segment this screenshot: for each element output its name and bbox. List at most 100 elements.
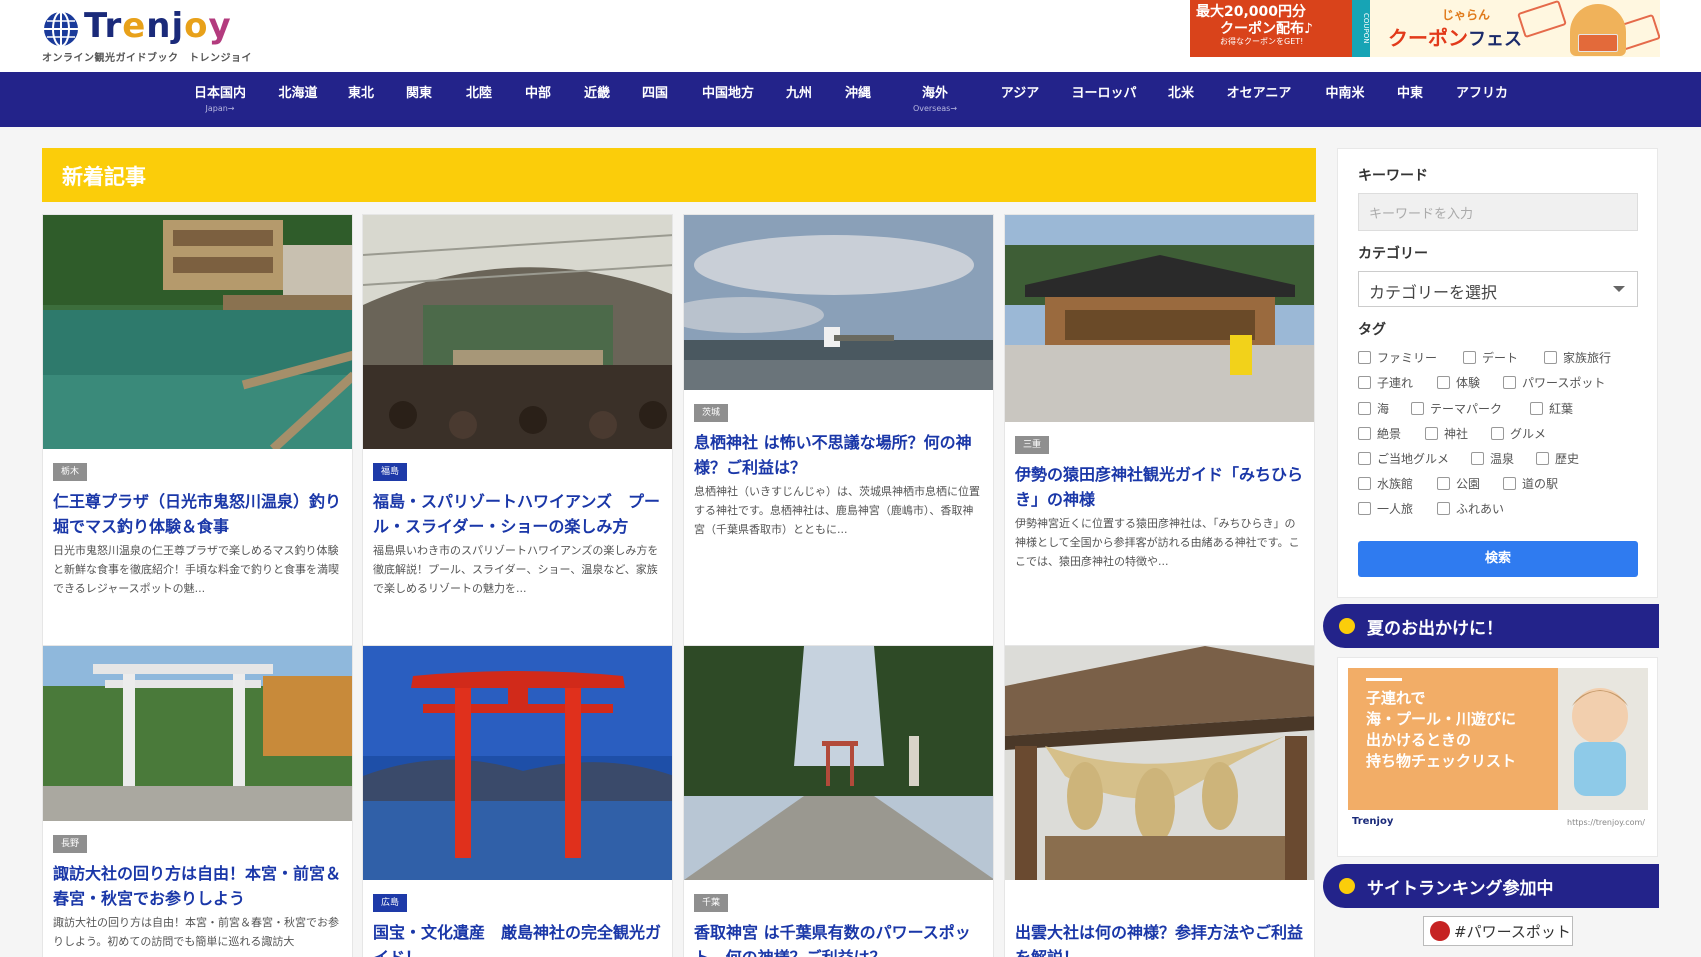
prefecture-badge[interactable]: 長野	[53, 835, 88, 853]
tag-checkbox[interactable]: 海	[1358, 400, 1389, 417]
coupon-fes-banner[interactable]: 最大20,000円分 クーポン配布♪ お得なクーポンをGET! COUPON じ…	[1190, 0, 1660, 57]
nav-chugoku[interactable]: 中国地方	[700, 72, 756, 127]
checkbox-icon[interactable]	[1463, 351, 1476, 364]
article-card[interactable]: 広島 国宝・文化遺産 厳島神社の完全観光ガイド！	[362, 645, 673, 957]
checkbox-icon[interactable]	[1358, 402, 1371, 415]
badge-text: 三重	[1023, 440, 1042, 450]
checkbox-icon[interactable]	[1544, 351, 1557, 364]
article-thumbnail[interactable]	[363, 215, 672, 449]
tag-checkbox[interactable]: 紅葉	[1530, 400, 1573, 417]
tag-checkbox[interactable]: 温泉	[1471, 450, 1514, 467]
prefecture-badge[interactable]: 広島	[373, 894, 408, 912]
site-logo[interactable]: Trenjoy オンライン観光ガイドブック トレンジョイ	[40, 6, 260, 64]
tag-checkbox[interactable]: テーマパーク	[1411, 400, 1502, 417]
article-title[interactable]: 香取神宮 は千葉県有数のパワースポット、何の神様？ご利益は？	[694, 920, 983, 957]
search-button[interactable]: 検索	[1358, 541, 1638, 577]
article-card[interactable]: 島根 出雲大社は何の神様？参拝方法やご利益を解説！	[1004, 645, 1315, 957]
checkbox-icon[interactable]	[1358, 502, 1371, 515]
tag-checkbox[interactable]: 子連れ	[1358, 374, 1413, 391]
tag-checkbox[interactable]: 絶景	[1358, 425, 1401, 442]
category-select[interactable]: カテゴリーを選択	[1358, 271, 1638, 307]
checkbox-icon[interactable]	[1411, 402, 1424, 415]
article-card[interactable]: 長野 諏訪大社の回り方は自由！本宮・前宮＆春宮・秋宮でお参りしよう 諏訪大社の回…	[42, 645, 353, 957]
article-thumbnail[interactable]	[43, 215, 352, 449]
article-title[interactable]: 出雲大社は何の神様？参拝方法やご利益を解説！	[1015, 920, 1304, 957]
article-thumbnail[interactable]	[363, 646, 672, 880]
nav-africa[interactable]: アフリカ	[1455, 72, 1509, 127]
checkbox-icon[interactable]	[1536, 452, 1549, 465]
article-card[interactable]: 千葉 香取神宮 は千葉県有数のパワースポット、何の神様？ご利益は？	[683, 645, 994, 957]
prefecture-badge[interactable]: 栃木	[53, 463, 88, 481]
nav-tohoku[interactable]: 東北	[346, 72, 376, 127]
nav-north-america[interactable]: 北米	[1166, 72, 1196, 127]
tag-checkbox[interactable]: 体験	[1437, 374, 1480, 391]
summer-checklist-banner[interactable]: 子連れで 海・プール・川遊びに 出かけるときの 持ち物チェックリスト Trenj…	[1337, 657, 1658, 857]
prefecture-badge[interactable]: 千葉	[694, 894, 729, 912]
checkbox-icon[interactable]	[1437, 502, 1450, 515]
checkbox-icon[interactable]	[1503, 376, 1516, 389]
article-title[interactable]: 国宝・文化遺産 厳島神社の完全観光ガイド！	[373, 920, 662, 957]
tag-checkbox[interactable]: 水族館	[1358, 475, 1413, 492]
article-title[interactable]: 諏訪大社の回り方は自由！本宮・前宮＆春宮・秋宮でお参りしよう	[53, 861, 342, 911]
checkbox-icon[interactable]	[1471, 452, 1484, 465]
nav-kanto[interactable]: 関東	[404, 72, 434, 127]
tag-checkbox[interactable]: パワースポット	[1503, 374, 1605, 391]
article-title[interactable]: 仁王尊プラザ（日光市鬼怒川温泉）釣り堀でマス釣り体験＆食事	[53, 489, 342, 539]
tag-checkbox[interactable]: 公園	[1437, 475, 1480, 492]
nav-hokuriku[interactable]: 北陸	[464, 72, 494, 127]
nav-hokkaido[interactable]: 北海道	[274, 72, 322, 127]
article-title[interactable]: 福島・スパリゾートハワイアンズ プール・スライダー・ショーの楽しみ方	[373, 489, 662, 539]
prefecture-badge[interactable]: 三重	[1015, 436, 1050, 454]
checkbox-icon[interactable]	[1491, 427, 1504, 440]
checkbox-icon[interactable]	[1425, 427, 1438, 440]
checkbox-icon[interactable]	[1358, 477, 1371, 490]
article-title[interactable]: 伊勢の猿田彦神社観光ガイド「みちひらき」の神様	[1015, 462, 1304, 512]
checkbox-icon[interactable]	[1358, 452, 1371, 465]
nav-chubu[interactable]: 中部	[523, 72, 553, 127]
tag-checkbox[interactable]: 一人旅	[1358, 500, 1413, 517]
article-thumbnail[interactable]	[684, 215, 993, 390]
article-thumbnail[interactable]	[684, 646, 993, 880]
article-thumbnail[interactable]	[1005, 646, 1314, 880]
ranking-tag-button[interactable]: #パワースポット	[1423, 916, 1573, 946]
nav-latin-america[interactable]: 中南米	[1323, 72, 1367, 127]
nav-kinki[interactable]: 近畿	[582, 72, 612, 127]
checkbox-icon[interactable]	[1503, 477, 1516, 490]
tag-checkbox[interactable]: 家族旅行	[1544, 349, 1611, 366]
tag-checkbox[interactable]: ご当地グルメ	[1358, 450, 1449, 467]
checkbox-icon[interactable]	[1358, 427, 1371, 440]
checkbox-icon[interactable]	[1358, 351, 1371, 364]
prefecture-badge[interactable]: 茨城	[694, 404, 729, 422]
article-title[interactable]: 息栖神社 は怖い不思議な場所？何の神様？ご利益は？	[694, 430, 983, 480]
nav-europe[interactable]: ヨーロッパ	[1071, 72, 1137, 127]
tag-checkbox[interactable]: グルメ	[1491, 425, 1546, 442]
article-thumbnail[interactable]	[1005, 215, 1314, 422]
tag-checkbox[interactable]: ふれあい	[1437, 500, 1504, 517]
tag-checkbox[interactable]: ファミリー	[1358, 349, 1437, 366]
nav-shikoku[interactable]: 四国	[640, 72, 670, 127]
tag-label: 道の駅	[1522, 477, 1559, 491]
promo-image[interactable]: 子連れで 海・プール・川遊びに 出かけるときの 持ち物チェックリスト	[1348, 668, 1648, 810]
bullet-dot-icon	[1339, 878, 1355, 894]
nav-okinawa[interactable]: 沖縄	[843, 72, 873, 127]
nav-asia[interactable]: アジア	[998, 72, 1042, 127]
nav-kyushu[interactable]: 九州	[784, 72, 814, 127]
nav-middle-east[interactable]: 中東	[1395, 72, 1425, 127]
prefecture-badge[interactable]: 福島	[373, 463, 408, 481]
badge-text: 長野	[61, 839, 80, 849]
checkbox-icon[interactable]	[1437, 376, 1450, 389]
checkbox-icon[interactable]	[1530, 402, 1543, 415]
checkbox-icon[interactable]	[1437, 477, 1450, 490]
nav-japan[interactable]: 日本国内 Japan→	[190, 72, 250, 127]
tag-checkbox[interactable]: 神社	[1425, 425, 1468, 442]
nav-label: 北米	[1167, 86, 1194, 101]
nav-overseas[interactable]: 海外 Overseas→	[905, 72, 965, 127]
checkbox-icon[interactable]	[1358, 376, 1371, 389]
tag-checkbox[interactable]: 歴史	[1536, 450, 1579, 467]
tag-checkbox[interactable]: デート	[1463, 349, 1518, 366]
article-thumbnail[interactable]	[43, 646, 352, 821]
prefecture-badge[interactable]: 島根	[1015, 894, 1049, 912]
nav-oceania[interactable]: オセアニア	[1226, 72, 1292, 127]
keyword-input[interactable]: キーワードを入力	[1358, 193, 1638, 231]
tag-checkbox[interactable]: 道の駅	[1503, 475, 1558, 492]
